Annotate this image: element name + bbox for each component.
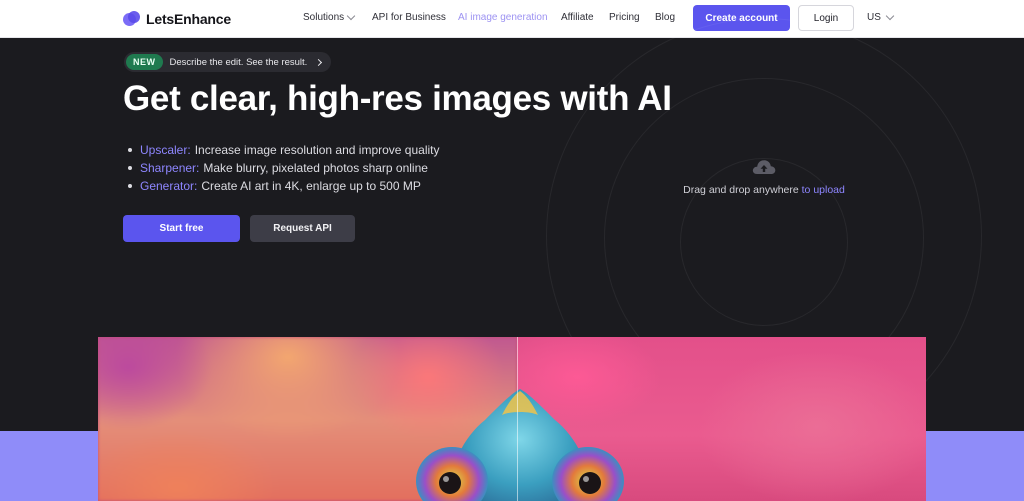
- upload-link[interactable]: to upload: [802, 184, 845, 196]
- feature-link-generator[interactable]: Generator:: [140, 177, 197, 195]
- feature-description: Create AI art in 4K, enlarge up to 500 M…: [201, 179, 421, 193]
- brand-name: LetsEnhance: [146, 11, 231, 27]
- logo-mark-icon: [123, 10, 140, 28]
- feature-description: Make blurry, pixelated photos sharp onli…: [203, 161, 428, 175]
- feature-link-upscaler[interactable]: Upscaler:: [140, 141, 191, 159]
- feature-description: Increase image resolution and improve qu…: [194, 143, 440, 157]
- feature-item-generator: Generator: Create AI art in 4K, enlarge …: [128, 177, 440, 195]
- bullet-dot: [128, 184, 132, 188]
- nav-blog[interactable]: Blog: [655, 12, 675, 23]
- chevron-down-icon: [885, 11, 895, 21]
- bullet-dot: [128, 148, 132, 152]
- feature-list: Upscaler: Increase image resolution and …: [128, 141, 440, 195]
- feature-item-sharpener: Sharpener: Make blurry, pixelated photos…: [128, 159, 440, 177]
- upload-dropzone[interactable]: Drag and drop anywhere to upload: [636, 156, 892, 216]
- bullet-dot: [128, 166, 132, 170]
- upload-text: Drag and drop anywhere: [683, 184, 799, 196]
- request-api-button[interactable]: Request API: [250, 215, 355, 242]
- comparison-divider-handle[interactable]: [517, 337, 518, 501]
- feature-item-upscaler: Upscaler: Increase image resolution and …: [128, 141, 440, 159]
- chameleon-image: [416, 389, 624, 501]
- cloud-upload-icon: [752, 160, 776, 174]
- feature-link-sharpener[interactable]: Sharpener:: [140, 159, 199, 177]
- nav-pricing[interactable]: Pricing: [609, 12, 640, 23]
- nav-ai-image-generation[interactable]: AI image generation: [458, 12, 548, 23]
- new-tag: NEW: [126, 54, 163, 70]
- start-free-button[interactable]: Start free: [123, 215, 240, 242]
- chevron-down-icon: [346, 11, 356, 21]
- nav-solutions[interactable]: Solutions: [303, 11, 356, 23]
- nav-solutions-label: Solutions: [303, 12, 345, 23]
- nav-affiliate[interactable]: Affiliate: [561, 12, 594, 23]
- new-feature-badge[interactable]: NEW Describe the edit. See the result.: [124, 52, 332, 72]
- brand-logo[interactable]: LetsEnhance: [123, 9, 231, 29]
- upload-prompt: Drag and drop anywhere to upload: [683, 184, 845, 196]
- top-navbar: LetsEnhance Solutions API for Business A…: [0, 0, 1024, 38]
- nav-api-for-business[interactable]: API for Business: [372, 12, 446, 23]
- badge-text: Describe the edit. See the result.: [169, 56, 308, 68]
- hero-title: Get clear, high-res images with AI: [123, 79, 672, 118]
- locale-selector[interactable]: US: [867, 11, 895, 23]
- before-after-comparison[interactable]: [98, 337, 926, 501]
- chevron-right-icon: [315, 58, 323, 66]
- locale-label: US: [867, 12, 881, 23]
